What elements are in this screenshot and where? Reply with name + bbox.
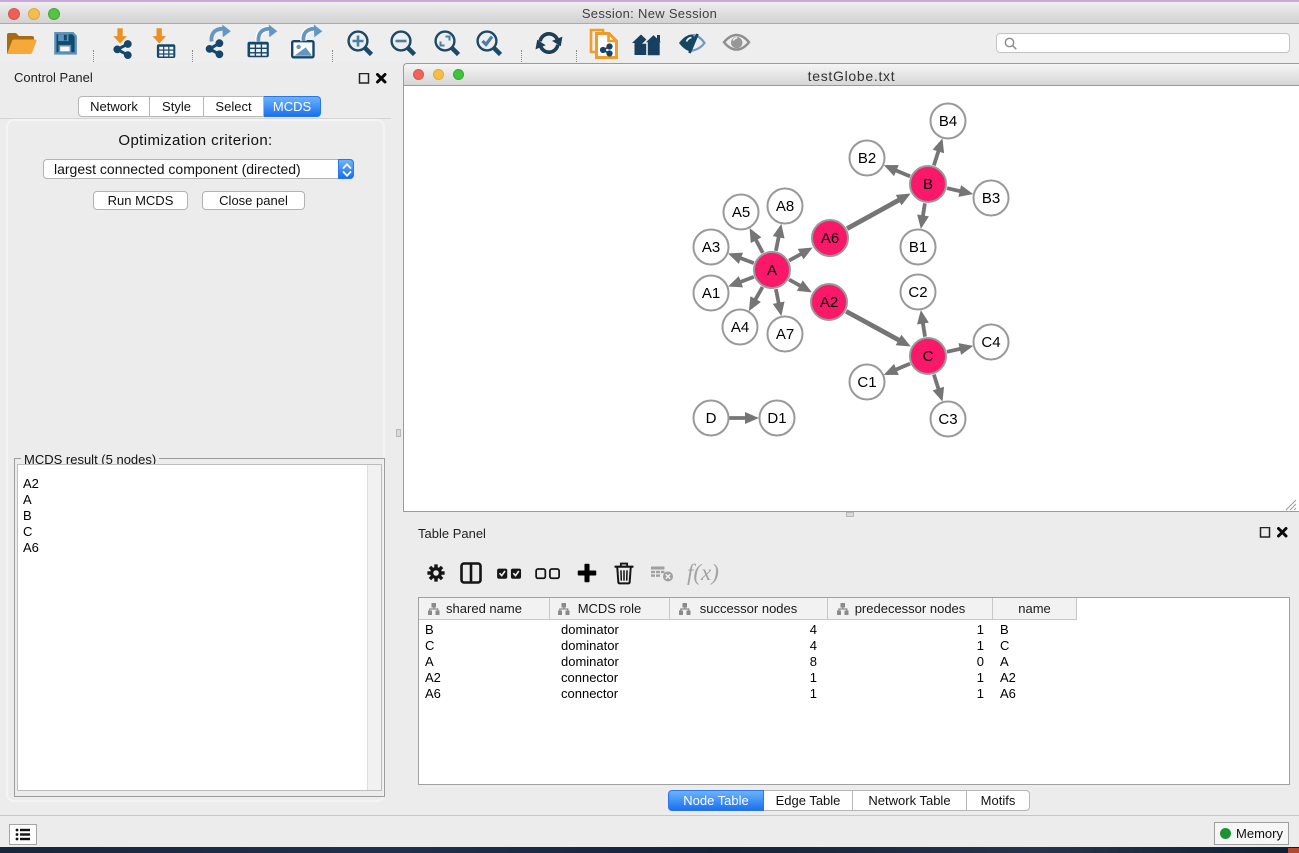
svg-text:A8: A8 [776, 198, 794, 215]
svg-text:B4: B4 [939, 113, 957, 130]
svg-text:C3: C3 [938, 411, 957, 428]
svg-text:A4: A4 [731, 319, 749, 336]
svg-text:A: A [767, 262, 777, 279]
svg-text:C2: C2 [908, 284, 927, 301]
svg-text:B2: B2 [858, 150, 876, 167]
svg-text:A5: A5 [732, 204, 750, 221]
svg-text:B3: B3 [982, 190, 1000, 207]
svg-text:C: C [923, 348, 934, 365]
svg-text:A2: A2 [820, 294, 838, 311]
svg-text:A7: A7 [776, 326, 794, 343]
svg-text:A3: A3 [702, 239, 720, 256]
svg-text:D1: D1 [767, 410, 786, 427]
svg-text:C1: C1 [857, 374, 876, 391]
svg-text:A1: A1 [702, 285, 720, 302]
svg-text:f(x): f(x) [687, 560, 719, 585]
svg-text:B1: B1 [909, 239, 927, 256]
svg-text:D: D [706, 410, 717, 427]
svg-text:A6: A6 [821, 230, 839, 247]
svg-text:B: B [923, 176, 933, 193]
svg-text:C4: C4 [981, 334, 1000, 351]
